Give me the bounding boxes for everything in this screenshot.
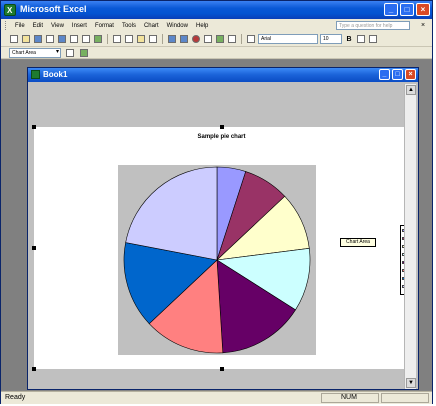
workbook-minimize-button[interactable]: _ bbox=[379, 69, 390, 80]
resize-handle-sw[interactable] bbox=[32, 367, 36, 371]
font-size-select[interactable]: 10 bbox=[320, 34, 342, 44]
menu-bar: File Edit View Insert Format Tools Chart… bbox=[1, 19, 432, 32]
toolbar-separator bbox=[241, 34, 242, 44]
menu-help[interactable]: Help bbox=[192, 23, 212, 29]
menu-tools[interactable]: Tools bbox=[118, 23, 140, 29]
menu-window[interactable]: Window bbox=[163, 23, 192, 29]
bold-button[interactable]: B bbox=[344, 36, 354, 43]
cut-icon[interactable] bbox=[112, 34, 122, 44]
help-search-input[interactable]: Type a question for help bbox=[336, 21, 410, 30]
print-icon[interactable] bbox=[69, 34, 79, 44]
permission-icon[interactable] bbox=[45, 34, 55, 44]
app-window-controls: _ □ × bbox=[384, 3, 430, 16]
new-icon[interactable] bbox=[9, 34, 19, 44]
menu-file[interactable]: File bbox=[11, 23, 29, 29]
scroll-up-arrow-icon[interactable]: ▲ bbox=[406, 85, 416, 95]
save-icon[interactable] bbox=[33, 34, 43, 44]
workbook-close-icon[interactable]: × bbox=[418, 21, 428, 30]
chart-type-icon[interactable] bbox=[79, 48, 89, 58]
toolbar-separator bbox=[162, 34, 163, 44]
status-cell bbox=[381, 393, 429, 403]
italic-icon[interactable] bbox=[356, 34, 366, 44]
menu-grip[interactable] bbox=[5, 21, 8, 30]
menu-chart[interactable]: Chart bbox=[140, 23, 163, 29]
plot-area[interactable] bbox=[118, 165, 316, 355]
chart-wizard-icon[interactable] bbox=[215, 34, 225, 44]
status-bar: Ready NUM bbox=[1, 391, 432, 404]
resize-handle-s[interactable] bbox=[220, 367, 224, 371]
chart-area-tooltip: Chart Area bbox=[340, 238, 376, 247]
resize-handle-nw[interactable] bbox=[32, 125, 36, 129]
excel-app-icon[interactable]: X bbox=[4, 4, 16, 16]
workbook-close-button[interactable]: × bbox=[405, 69, 416, 80]
maximize-button[interactable]: □ bbox=[400, 3, 414, 16]
redo-icon[interactable] bbox=[179, 34, 189, 44]
drawing-icon[interactable] bbox=[227, 34, 237, 44]
menu-edit[interactable]: Edit bbox=[29, 23, 47, 29]
open-icon[interactable] bbox=[21, 34, 31, 44]
autosum-icon[interactable] bbox=[203, 34, 213, 44]
status-cell bbox=[321, 393, 379, 403]
pie-chart[interactable] bbox=[118, 165, 316, 355]
chart-sheet-area: Sample pie chart Chart Area 12345678 bbox=[30, 84, 411, 389]
workbook-window-controls: _ □ × bbox=[379, 69, 416, 80]
chart-area[interactable]: Sample pie chart Chart Area 12345678 bbox=[32, 125, 411, 371]
excel-window: X Microsoft Excel _ □ × File Edit View I… bbox=[0, 0, 433, 404]
standard-toolbar: Arial 10 B bbox=[1, 32, 432, 47]
close-button[interactable]: × bbox=[416, 3, 430, 16]
app-title: Microsoft Excel bbox=[20, 4, 87, 14]
format-painter-icon[interactable] bbox=[148, 34, 158, 44]
menu-insert[interactable]: Insert bbox=[68, 23, 91, 29]
copy-icon[interactable] bbox=[124, 34, 134, 44]
toolbar-separator bbox=[107, 34, 108, 44]
chart-objects-select[interactable]: Chart Area bbox=[9, 47, 61, 58]
paste-icon[interactable] bbox=[136, 34, 146, 44]
workbook-title: Book1 bbox=[43, 70, 68, 79]
workbook-icon[interactable] bbox=[31, 70, 40, 79]
workbook-title-bar[interactable]: Book1 _ □ × bbox=[28, 68, 418, 82]
resize-handle-w[interactable] bbox=[32, 246, 36, 250]
workbook-window: Book1 _ □ × Sample pie chart Chart Area … bbox=[27, 67, 419, 390]
scroll-down-arrow-icon[interactable]: ▼ bbox=[406, 378, 416, 388]
print-preview-icon[interactable] bbox=[81, 34, 91, 44]
font-name-select[interactable]: Arial bbox=[258, 34, 318, 44]
workspace: Book1 _ □ × Sample pie chart Chart Area … bbox=[1, 60, 432, 390]
status-ready: Ready bbox=[5, 394, 26, 401]
spelling-icon[interactable] bbox=[93, 34, 103, 44]
chart-title[interactable]: Sample pie chart bbox=[34, 134, 409, 140]
undo-icon[interactable] bbox=[167, 34, 177, 44]
vertical-scrollbar[interactable]: ▲ ▼ bbox=[404, 84, 416, 389]
minimize-button[interactable]: _ bbox=[384, 3, 398, 16]
help-icon[interactable] bbox=[246, 34, 256, 44]
resize-handle-n[interactable] bbox=[220, 125, 224, 129]
app-title-bar[interactable]: X Microsoft Excel _ □ × bbox=[1, 1, 432, 19]
menu-view[interactable]: View bbox=[47, 23, 68, 29]
hyperlink-icon[interactable] bbox=[191, 34, 201, 44]
menu-format[interactable]: Format bbox=[91, 23, 118, 29]
workbook-restore-button[interactable]: □ bbox=[392, 69, 403, 80]
email-icon[interactable] bbox=[57, 34, 67, 44]
align-icon[interactable] bbox=[368, 34, 378, 44]
chart-toolbar: Chart Area bbox=[1, 47, 432, 59]
format-chart-area-icon[interactable] bbox=[65, 48, 75, 58]
